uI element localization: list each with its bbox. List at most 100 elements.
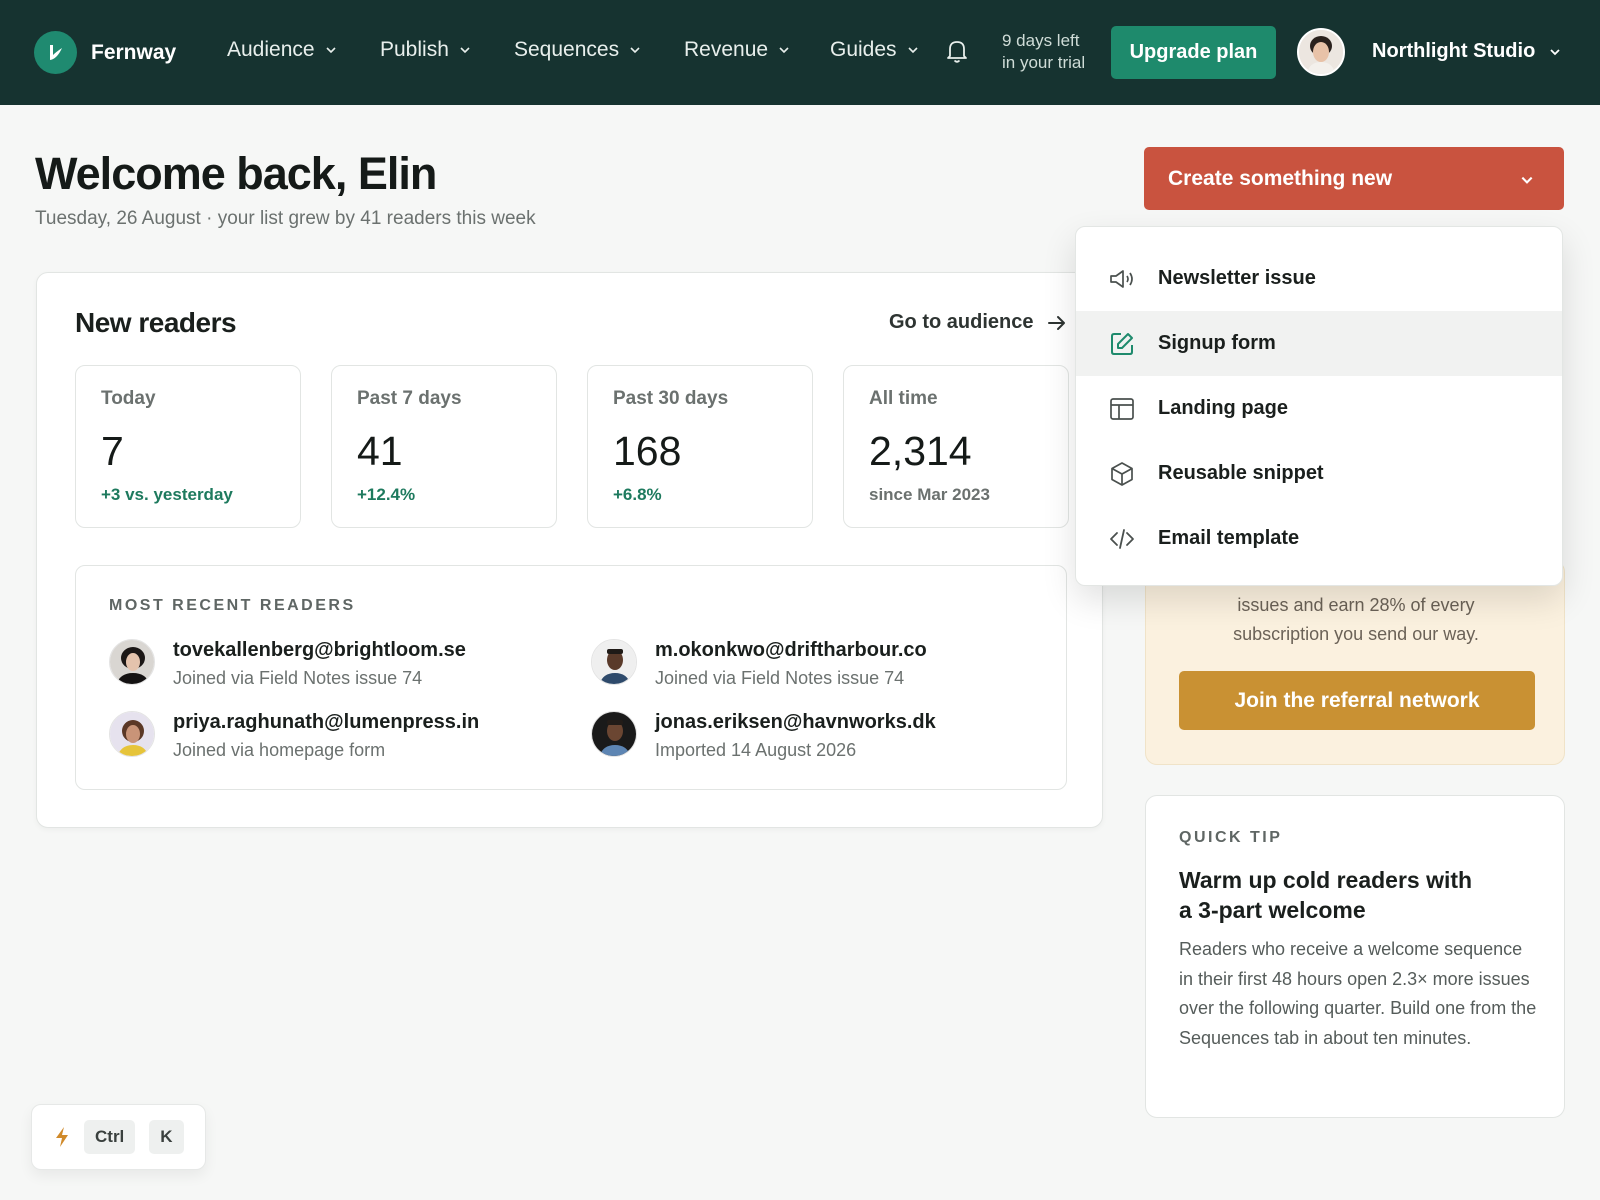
- referral-text: issues and earn 28% of every subscriptio…: [1146, 591, 1566, 649]
- quick-tip-card: QUICK TIP Warm up cold readers with a 3-…: [1145, 795, 1565, 1118]
- reader-email: tovekallenberg@brightloom.se: [173, 639, 466, 661]
- top-navigation: Fernway Audience Publish Sequences Reven…: [0, 0, 1600, 105]
- page-subtitle: Tuesday, 26 August · your list grew by 4…: [35, 208, 536, 229]
- menu-item-label: Newsletter issue: [1158, 267, 1316, 289]
- stat-delta: +12.4%: [357, 485, 416, 504]
- referral-text-line-2: subscription you send our way.: [1233, 624, 1479, 644]
- reader-email: jonas.eriksen@havnworks.dk: [655, 711, 936, 733]
- nav-audience[interactable]: Audience: [227, 38, 337, 62]
- stat-label: Past 30 days: [613, 388, 729, 409]
- stat-value: 2,314: [869, 428, 972, 474]
- menu-item-reusable-snippet[interactable]: Reusable snippet: [1076, 441, 1562, 506]
- stat-label: Today: [101, 388, 156, 409]
- menu-item-label: Landing page: [1158, 397, 1288, 419]
- code-icon: [1108, 525, 1136, 553]
- stat-value: 168: [613, 428, 682, 474]
- new-readers-card: New readers Go to audience Today 7 +3 vs…: [36, 272, 1103, 828]
- lightning-icon: [56, 1127, 68, 1147]
- menu-item-label: Signup form: [1158, 332, 1276, 354]
- megaphone-icon: [1108, 265, 1136, 293]
- stat-value: 7: [101, 428, 124, 474]
- create-menu: Newsletter issue Signup form Landing pag…: [1075, 226, 1563, 586]
- chevron-down-icon: [460, 47, 470, 54]
- cube-icon: [1108, 460, 1136, 488]
- tip-title: Warm up cold readers with a 3-part welco…: [1179, 867, 1473, 923]
- brand-name: Fernway: [91, 40, 177, 64]
- avatar: [591, 639, 637, 685]
- nav-publish-label: Publish: [380, 38, 449, 61]
- menu-item-newsletter-issue[interactable]: Newsletter issue: [1076, 246, 1562, 311]
- stat-all-time: All time 2,314 since Mar 2023: [843, 365, 1069, 528]
- nav-publish[interactable]: Publish: [380, 38, 471, 62]
- chevron-down-icon: [1521, 176, 1533, 184]
- layout-icon: [1108, 395, 1136, 423]
- brand[interactable]: Fernway: [34, 31, 176, 74]
- fernway-logo-icon: [34, 31, 77, 74]
- nav-revenue-label: Revenue: [684, 38, 769, 61]
- reader-email: priya.raghunath@lumenpress.in: [173, 711, 480, 733]
- chevron-down-icon: [779, 47, 789, 54]
- notifications-bell-icon[interactable]: [945, 38, 969, 69]
- create-button-label: Create something new: [1168, 166, 1393, 190]
- avatar: [109, 711, 155, 757]
- go-to-audience-label: Go to audience: [889, 311, 1034, 333]
- workspace-switcher[interactable]: Northlight Studio: [1372, 40, 1561, 63]
- edit-form-icon: [1108, 330, 1136, 358]
- stat-label: All time: [869, 388, 938, 409]
- nav-guides-label: Guides: [830, 38, 897, 61]
- card-title: New readers: [75, 307, 237, 338]
- nav-sequences[interactable]: Sequences: [514, 38, 641, 62]
- reader-source: Joined via Field Notes issue 74: [173, 668, 423, 688]
- reader-item[interactable]: m.okonkwo@driftharbour.co Joined via Fie…: [591, 639, 927, 689]
- chevron-down-icon: [326, 47, 336, 54]
- reader-source: Joined via Field Notes issue 74: [655, 668, 905, 688]
- avatar: [109, 639, 155, 685]
- reader-item[interactable]: jonas.eriksen@havnworks.dk Imported 14 A…: [591, 711, 936, 761]
- join-referral-network-button[interactable]: Join the referral network: [1179, 671, 1535, 730]
- stat-value: 41: [357, 428, 403, 474]
- page-title: Welcome back, Elin: [35, 148, 437, 199]
- stat-today: Today 7 +3 vs. yesterday: [75, 365, 301, 528]
- create-something-new-button[interactable]: Create something new: [1144, 147, 1564, 210]
- chevron-down-icon: [907, 47, 918, 54]
- stat-past-30-days: Past 30 days 168 +6.8%: [587, 365, 813, 528]
- tip-eyebrow: QUICK TIP: [1179, 829, 1283, 846]
- k-key: K: [149, 1120, 184, 1154]
- user-avatar[interactable]: [1297, 28, 1345, 76]
- menu-item-label: Reusable snippet: [1158, 462, 1324, 484]
- command-palette-shortcut[interactable]: Ctrl K: [31, 1104, 206, 1170]
- stat-label: Past 7 days: [357, 388, 462, 409]
- ctrl-key: Ctrl: [84, 1120, 136, 1154]
- arrow-right-icon: [1048, 315, 1066, 330]
- go-to-audience-link[interactable]: Go to audience: [889, 311, 1067, 334]
- section-heading: MOST RECENT READERS: [109, 597, 356, 614]
- nav-revenue[interactable]: Revenue: [684, 38, 790, 62]
- stat-delta: +6.8%: [613, 485, 662, 504]
- tip-body: Readers who receive a welcome sequence i…: [1179, 939, 1537, 1048]
- nav-audience-label: Audience: [227, 38, 315, 61]
- reader-source: Imported 14 August 2026: [655, 740, 857, 760]
- reader-item[interactable]: priya.raghunath@lumenpress.in Joined via…: [109, 711, 479, 761]
- chevron-down-icon: [630, 47, 640, 54]
- trial-line-1: 9 days left: [1002, 31, 1080, 50]
- menu-item-signup-form[interactable]: Signup form: [1076, 311, 1562, 376]
- stat-past-7-days: Past 7 days 41 +12.4%: [331, 365, 557, 528]
- nav-sequences-label: Sequences: [514, 38, 620, 61]
- workspace-name: Northlight Studio: [1372, 40, 1536, 62]
- referral-text-line-1: issues and earn 28% of every: [1237, 595, 1475, 615]
- avatar: [591, 711, 637, 757]
- upgrade-plan-button[interactable]: Upgrade plan: [1111, 26, 1276, 79]
- menu-item-label: Email template: [1158, 527, 1300, 549]
- reader-email: m.okonkwo@driftharbour.co: [655, 639, 927, 661]
- trial-line-2: in your trial: [1002, 53, 1086, 72]
- referral-card: issues and earn 28% of every subscriptio…: [1145, 560, 1565, 765]
- stat-delta: +3 vs. yesterday: [101, 485, 233, 504]
- stat-delta: since Mar 2023: [869, 485, 990, 504]
- chevron-down-icon: [1550, 48, 1560, 55]
- reader-item[interactable]: tovekallenberg@brightloom.se Joined via …: [109, 639, 466, 689]
- most-recent-readers: MOST RECENT READERS tovekallenberg@brigh…: [75, 565, 1067, 790]
- menu-item-landing-page[interactable]: Landing page: [1076, 376, 1562, 441]
- reader-source: Joined via homepage form: [173, 740, 386, 760]
- nav-guides[interactable]: Guides: [830, 38, 919, 62]
- menu-item-email-template[interactable]: Email template: [1076, 506, 1562, 571]
